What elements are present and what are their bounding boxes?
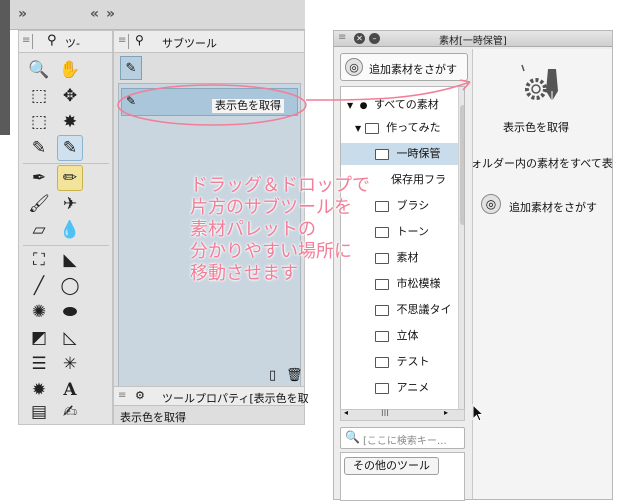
- instruction-line: ドラッグ＆ドロップで: [190, 175, 370, 196]
- instruction-line: 素材パレットの: [190, 219, 316, 240]
- mouse-cursor-icon: [472, 404, 485, 422]
- instruction-line: 移動させます: [190, 263, 298, 284]
- highlight-ellipse: [117, 84, 307, 126]
- instruction-line: 片方のサブツールを: [190, 197, 352, 218]
- drag-instruction-text: ドラッグ＆ドロップで 片方のサブツールを 素材パレットの 分かりやすい場所に 移…: [190, 175, 390, 285]
- drag-arrow: [305, 81, 471, 101]
- instruction-line: 分かりやすい場所に: [190, 241, 352, 262]
